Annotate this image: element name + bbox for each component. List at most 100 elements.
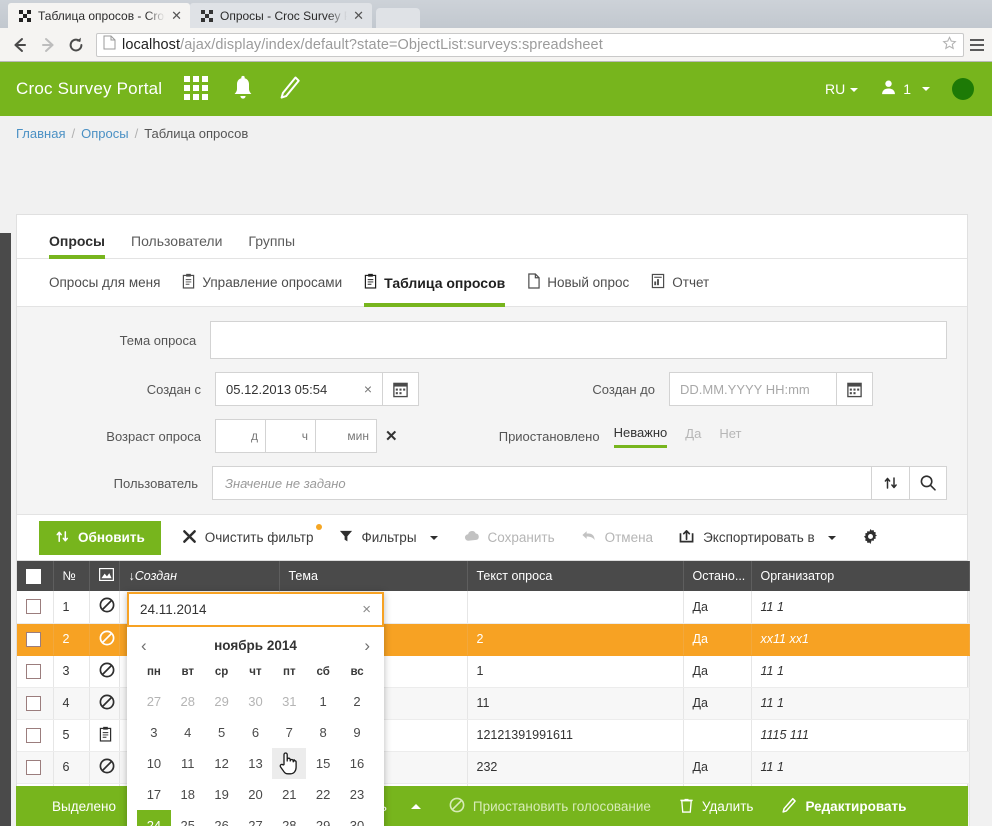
row-organizer[interactable]: 11 1 (751, 687, 970, 720)
language-selector[interactable]: RU (825, 81, 859, 97)
day-cell[interactable]: 13 (239, 748, 273, 779)
day-cell[interactable]: 28 (171, 686, 205, 717)
day-cell[interactable]: 8 (306, 717, 340, 748)
row-checkbox[interactable] (26, 631, 41, 647)
age-clear-icon[interactable]: ✕ (385, 427, 398, 445)
day-cell[interactable]: 15 (306, 748, 340, 779)
day-cell[interactable]: 19 (205, 779, 239, 810)
browser-tab-2[interactable]: Опросы - Croc Survey Po ✕ (190, 3, 372, 28)
user-menu[interactable]: 1 (880, 79, 930, 99)
created-to-input[interactable]: DD.MM.YYYY HH:mm (669, 372, 837, 406)
day-cell[interactable]: 1 (306, 686, 340, 717)
column-number[interactable]: № (53, 561, 90, 591)
row-checkbox-cell[interactable] (17, 591, 54, 624)
filters-button[interactable]: Фильтры (326, 522, 450, 554)
tab-new-survey[interactable]: Новый опрос (527, 259, 629, 307)
delete-button[interactable]: Удалить (665, 786, 768, 826)
row-checkbox-cell[interactable] (17, 623, 54, 656)
day-cell[interactable]: 10 (137, 748, 171, 779)
browser-tab-1-close-icon[interactable]: ✕ (171, 9, 182, 22)
tab-groups[interactable]: Группы (248, 233, 295, 258)
select-all-checkbox[interactable] (26, 568, 41, 584)
day-cell[interactable]: 27 (137, 686, 171, 717)
day-cell[interactable]: 30 (239, 686, 273, 717)
day-cell[interactable]: 7 (272, 717, 306, 748)
day-cell[interactable]: 27 (239, 810, 273, 826)
row-checkbox[interactable] (26, 759, 41, 775)
tab-users[interactable]: Пользователи (131, 233, 222, 258)
day-cell[interactable]: 6 (239, 717, 273, 748)
row-organizer[interactable]: 11 1 (751, 655, 970, 688)
column-image[interactable] (89, 561, 120, 591)
day-cell[interactable]: 31 (272, 686, 306, 717)
tab-manage-surveys[interactable]: Управление опросами (182, 259, 342, 307)
row-checkbox[interactable] (26, 727, 41, 743)
column-organizer[interactable]: Организатор (751, 561, 970, 591)
suspended-option-yes[interactable]: Да (685, 426, 701, 446)
refresh-button[interactable]: Обновить (39, 520, 161, 555)
tab-surveys-for-me[interactable]: Опросы для меня (49, 259, 160, 307)
reload-icon[interactable] (62, 32, 90, 58)
apps-grid-icon[interactable] (184, 76, 210, 102)
datepicker-popup[interactable]: 24.11.2014 × ‹ ноябрь 2014 › пн вт ср чт (127, 592, 384, 826)
day-cell[interactable]: 30 (340, 810, 374, 826)
row-organizer[interactable]: 1115 111 (751, 719, 970, 752)
export-button[interactable]: Экспортировать в (666, 522, 849, 554)
age-days-field[interactable]: д (215, 419, 265, 453)
created-from-input[interactable]: 05.12.2013 05:54 × (215, 372, 383, 406)
row-organizer[interactable]: xx11 xx1 (751, 623, 970, 656)
tab-surveys-table[interactable]: Таблица опросов (364, 259, 506, 307)
day-cell[interactable]: 22 (306, 779, 340, 810)
row-organizer[interactable]: 11 1 (751, 751, 970, 784)
settings-button[interactable] (849, 522, 892, 554)
column-survey-text[interactable]: Текст опроса (467, 561, 684, 591)
pencil-icon[interactable] (276, 75, 302, 103)
column-select-all[interactable] (17, 561, 54, 591)
column-created[interactable]: ↓Создан (119, 561, 280, 591)
user-input[interactable]: Значение не задано (212, 466, 873, 500)
day-cell[interactable]: 26 (205, 810, 239, 826)
day-cell[interactable]: 12 (205, 748, 239, 779)
datepicker-input[interactable]: 24.11.2014 × (127, 592, 384, 627)
day-cell[interactable]: 17 (137, 779, 171, 810)
datepicker-next-month-icon[interactable]: › (364, 637, 370, 654)
row-checkbox[interactable] (26, 599, 41, 615)
day-cell[interactable]: 25 (171, 810, 205, 826)
day-cell-selected[interactable]: 24 (137, 810, 171, 826)
row-organizer[interactable]: 11 1 (751, 591, 970, 624)
age-hours-field[interactable]: ч (265, 419, 315, 453)
browser-tab-1[interactable]: Таблица опросов - Croc S ✕ (8, 3, 190, 28)
browser-tab-2-close-icon[interactable]: ✕ (353, 9, 364, 22)
datepicker-clear-icon[interactable]: × (362, 601, 371, 618)
clear-filter-button[interactable]: Очистить фильтр (169, 522, 327, 554)
column-theme[interactable]: Тема (279, 561, 468, 591)
day-cell[interactable]: 29 (306, 810, 340, 826)
swap-vertical-icon[interactable] (872, 466, 910, 500)
row-checkbox-cell[interactable] (17, 751, 54, 784)
day-cell[interactable]: 21 (272, 779, 306, 810)
theme-input[interactable] (210, 321, 947, 359)
column-stopped[interactable]: Остано... (683, 561, 752, 591)
day-cell[interactable]: 4 (171, 717, 205, 748)
day-cell[interactable]: 28 (272, 810, 306, 826)
created-to-calendar-icon[interactable] (837, 372, 873, 406)
day-cell[interactable]: 9 (340, 717, 374, 748)
suspended-option-no[interactable]: Нет (719, 426, 741, 446)
tab-report[interactable]: Отчет (651, 259, 709, 307)
day-cell[interactable]: 23 (340, 779, 374, 810)
day-cell[interactable]: 11 (171, 748, 205, 779)
day-cell[interactable]: 29 (205, 686, 239, 717)
search-icon[interactable] (909, 466, 947, 500)
row-checkbox[interactable] (26, 695, 41, 711)
row-checkbox-cell[interactable] (17, 687, 54, 720)
day-cell[interactable]: 20 (239, 779, 273, 810)
row-checkbox-cell[interactable] (17, 655, 54, 688)
breadcrumb-surveys[interactable]: Опросы (81, 126, 128, 141)
created-from-calendar-icon[interactable] (383, 372, 419, 406)
age-minutes-field[interactable]: мин (315, 419, 377, 453)
row-checkbox-cell[interactable] (17, 719, 54, 752)
browser-menu-icon[interactable] (968, 38, 986, 51)
datepicker-prev-month-icon[interactable]: ‹ (141, 637, 147, 654)
tab-opросy[interactable]: Опросы (49, 233, 106, 259)
address-bar[interactable]: localhost/ajax/display/index/default?sta… (96, 32, 964, 57)
